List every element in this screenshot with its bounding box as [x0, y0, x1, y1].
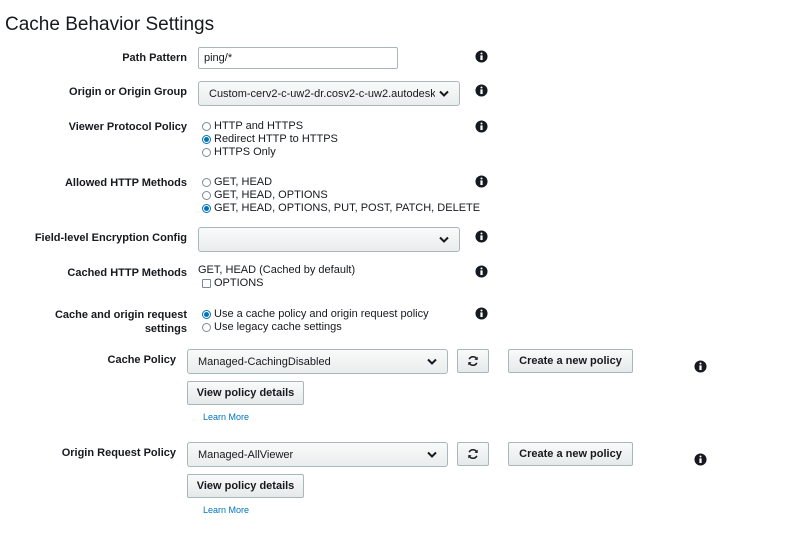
- radio-button[interactable]: [202, 323, 211, 332]
- origin-request-policy-select[interactable]: Managed-AllViewer: [187, 442, 448, 467]
- fle-config-label: Field-level Encryption Config: [34, 232, 187, 244]
- radio-button[interactable]: [202, 148, 211, 157]
- refresh-origin-request-policy-button[interactable]: [457, 442, 489, 466]
- info-icon[interactable]: [475, 84, 488, 97]
- chevron-down-icon: [423, 358, 437, 365]
- cache-settings-label: Cache and origin request settings: [54, 309, 187, 335]
- allowed-methods-label: Allowed HTTP Methods: [64, 177, 187, 189]
- radio-button[interactable]: [202, 178, 211, 187]
- view-cache-policy-details-button[interactable]: View policy details: [187, 381, 304, 405]
- viewer-protocol-radio-group: HTTP and HTTPS Redirect HTTP to HTTPS HT…: [202, 120, 338, 159]
- radio-button-selected[interactable]: [202, 310, 211, 319]
- info-icon[interactable]: [475, 265, 488, 278]
- viewer-protocol-option[interactable]: Redirect HTTP to HTTPS: [202, 133, 338, 146]
- allowed-methods-option[interactable]: GET, HEAD, OPTIONS, PUT, POST, PATCH, DE…: [202, 202, 480, 215]
- viewer-protocol-option[interactable]: HTTP and HTTPS: [202, 120, 338, 133]
- checkbox[interactable]: [202, 279, 211, 288]
- origin-request-policy-learn-more-link[interactable]: Learn More: [203, 505, 249, 515]
- cache-policy-label: Cache Policy: [107, 354, 176, 366]
- info-icon[interactable]: [475, 230, 488, 243]
- refresh-icon: [468, 355, 478, 367]
- origin-request-policy-value: Managed-AllViewer: [198, 448, 294, 461]
- chevron-down-icon: [423, 451, 437, 458]
- cache-settings-radio-group: Use a cache policy and origin request po…: [202, 308, 429, 334]
- cache-settings-option[interactable]: Use legacy cache settings: [202, 321, 429, 334]
- allowed-methods-option[interactable]: GET, HEAD: [202, 176, 480, 189]
- path-pattern-input[interactable]: [198, 47, 398, 69]
- origin-value: Custom-cerv2-c-uw2-dr.cosv2-c-uw2.autode…: [209, 87, 435, 100]
- origin-label: Origin or Origin Group: [69, 86, 187, 98]
- radio-button-selected[interactable]: [202, 135, 211, 144]
- view-origin-request-policy-details-button[interactable]: View policy details: [187, 474, 304, 498]
- radio-button[interactable]: [202, 122, 211, 131]
- viewer-protocol-option[interactable]: HTTPS Only: [202, 146, 338, 159]
- info-icon[interactable]: [694, 453, 707, 466]
- chevron-down-icon: [435, 236, 449, 243]
- cache-settings-option[interactable]: Use a cache policy and origin request po…: [202, 308, 429, 321]
- cache-policy-learn-more-link[interactable]: Learn More: [203, 412, 249, 422]
- origin-select[interactable]: Custom-cerv2-c-uw2-dr.cosv2-c-uw2.autode…: [198, 81, 460, 106]
- refresh-icon: [468, 448, 478, 460]
- page-title: Cache Behavior Settings: [5, 14, 215, 35]
- origin-request-policy-label: Origin Request Policy: [61, 447, 176, 459]
- info-icon[interactable]: [475, 175, 488, 188]
- info-icon[interactable]: [475, 307, 488, 320]
- allowed-methods-radio-group: GET, HEAD GET, HEAD, OPTIONS GET, HEAD, …: [202, 176, 480, 215]
- cached-methods-text: GET, HEAD (Cached by default): [198, 264, 356, 276]
- path-pattern-label: Path Pattern: [122, 52, 187, 64]
- cache-policy-select[interactable]: Managed-CachingDisabled: [187, 349, 448, 374]
- info-icon[interactable]: [694, 360, 707, 373]
- create-origin-request-policy-button[interactable]: Create a new policy: [508, 442, 633, 466]
- viewer-protocol-label: Viewer Protocol Policy: [68, 121, 187, 133]
- radio-button[interactable]: [202, 191, 211, 200]
- fle-config-select[interactable]: [198, 227, 460, 252]
- allowed-methods-option[interactable]: GET, HEAD, OPTIONS: [202, 189, 480, 202]
- info-icon[interactable]: [475, 50, 488, 63]
- cached-methods-label: Cached HTTP Methods: [67, 267, 187, 279]
- refresh-cache-policy-button[interactable]: [457, 349, 489, 373]
- radio-button-selected[interactable]: [202, 204, 211, 213]
- cached-options-checkbox-row[interactable]: OPTIONS: [202, 277, 264, 290]
- info-icon[interactable]: [475, 120, 488, 133]
- cache-policy-value: Managed-CachingDisabled: [198, 355, 331, 368]
- create-cache-policy-button[interactable]: Create a new policy: [508, 349, 633, 373]
- chevron-down-icon: [435, 90, 449, 97]
